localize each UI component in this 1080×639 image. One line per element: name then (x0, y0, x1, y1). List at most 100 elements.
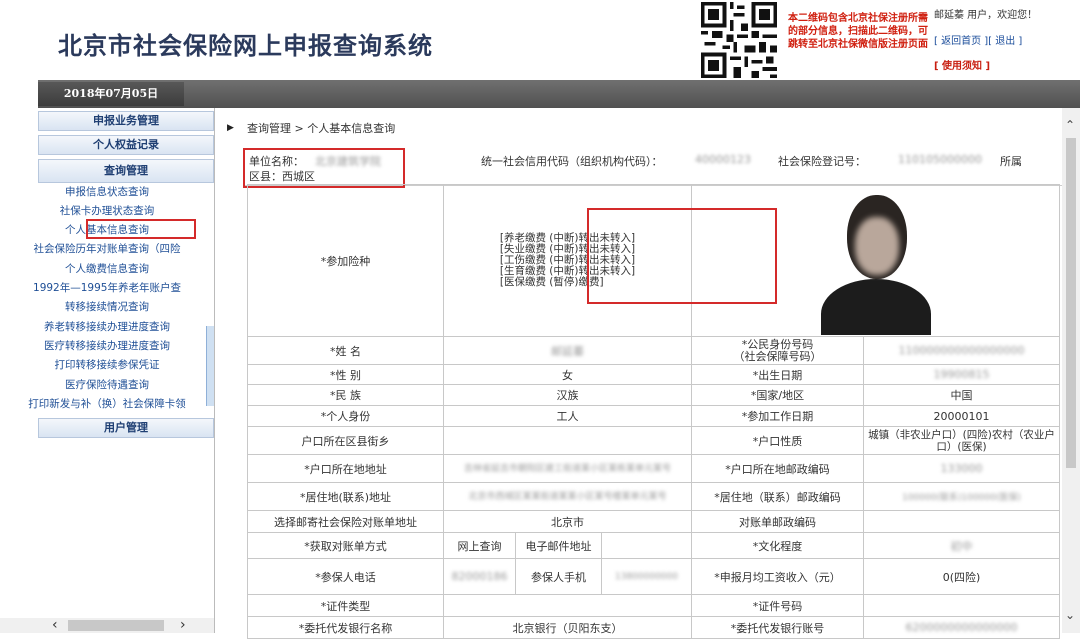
page-header: 北京市社会保险网上申报查询系统 本二维码包含北京社保注册所需的部分信息，扫描此二… (0, 0, 1080, 80)
hukou-street-label: 户口所在区县街乡 (247, 426, 444, 455)
sidebar-head-rights[interactable]: 个人权益记录 (38, 135, 214, 155)
sidebar-head-declare[interactable]: 申报业务管理 (38, 111, 214, 131)
usage-notice-link[interactable]: [ 使用须知 ] (934, 57, 990, 72)
main-vscrollbar[interactable]: ⌃ ⌄ (1062, 108, 1080, 633)
top-bar: 2018年07月05日 (38, 80, 1080, 108)
identity-label: *个人身份 (247, 405, 444, 427)
sidebar: 申报业务管理 个人权益记录 查询管理 申报信息状态查询 社保卡办理状态查询 个人… (0, 108, 214, 633)
name-value: 邮延蓁 (443, 336, 692, 365)
country-value: 中国 (863, 384, 1060, 406)
phone-value: 82000186 (443, 558, 516, 595)
cert-type-label: *证件类型 (247, 594, 444, 617)
gender-value: 女 (443, 364, 692, 385)
sidebar-item-annual-statement[interactable]: 社会保险历年对账单查询（四险 (0, 240, 214, 259)
insurance-label: *参加险种 (247, 184, 444, 337)
scroll-down-icon[interactable]: ⌄ (1065, 608, 1075, 622)
id-label: *公民身份号码 （社会保障号码） (691, 336, 864, 365)
breadcrumb: 查询管理 > 个人基本信息查询 (247, 122, 396, 135)
income-label: *申报月均工资收入（元） (691, 558, 864, 595)
bank-acc-value: 6200000000000000 (863, 616, 1060, 639)
birth-label: *出生日期 (691, 364, 864, 385)
id-value: 110000000000000000 (863, 336, 1060, 365)
hukou-type-label: *户口性质 (691, 426, 864, 455)
bank-value: 北京银行（贝阳东支） (443, 616, 692, 639)
sidebar-hscrollbar[interactable]: ‹ › (0, 617, 214, 633)
mobile-value: 13800000000 (601, 558, 692, 595)
education-label: *文化程度 (691, 532, 864, 559)
user-greeting: 邮延蓁 用户，欢迎您！ (934, 10, 1038, 21)
credit-code-value: 40000123 (695, 153, 751, 166)
sidebar-item-payment-info[interactable]: 个人缴费信息查询 (0, 260, 214, 279)
sidebar-item-pension-transfer[interactable]: 养老转移接续办理进度查询 (0, 318, 214, 337)
ss-number-label: 社会保险登记号： (778, 155, 866, 168)
credit-code-label: 统一社会信用代码（组织机构代码）： (481, 155, 663, 168)
hukou-zip-value: 133000 (863, 454, 1060, 483)
work-date-label: *参加工作日期 (691, 405, 864, 427)
ethnic-label: *民 族 (247, 384, 444, 406)
method-label: *获取对账单方式 (247, 532, 444, 559)
active-item-highlight (86, 219, 196, 239)
income-value: 0(四险) (863, 558, 1060, 595)
ss-number-value: 110105000000 (898, 153, 982, 166)
sidebar-scroll-thumb[interactable] (68, 620, 164, 631)
country-label: *国家/地区 (691, 384, 864, 406)
statement-zip-value (863, 510, 1060, 533)
mail-addr-label: 选择邮寄社会保险对账单地址 (247, 510, 444, 533)
site-title: 北京市社会保险网上申报查询系统 (58, 32, 433, 60)
method-value: 网上查询 (443, 532, 516, 559)
hukou-addr-label: *户口所在地地址 (247, 454, 444, 483)
phone-label: *参保人电话 (247, 558, 444, 595)
back-home-link[interactable]: [ 返回首页 ] (934, 36, 988, 47)
user-links: [ 返回首页 ][ 退出 ] (934, 32, 1022, 47)
sidebar-head-query[interactable]: 查询管理 (38, 159, 214, 183)
hukou-type-value: 城镇（非农业户口）(四险)农村（农业户口）(医保) (863, 426, 1060, 455)
unit-highlight-box (243, 148, 405, 188)
sidebar-item-print-card[interactable]: 打印新发与补（换）社会保障卡领 (0, 395, 214, 414)
current-date: 2018年07月05日 (38, 82, 184, 106)
live-addr-value: 北京市西城区某某街道某某小区某号楼某单元某号 (443, 482, 692, 511)
scroll-right-icon[interactable]: › (180, 617, 186, 633)
sidebar-item-pension-1992[interactable]: 1992年—1995年养老年账户查 (0, 279, 214, 298)
email-value (601, 532, 692, 559)
gender-label: *性 别 (247, 364, 444, 385)
education-value: 初中 (863, 532, 1060, 559)
person-photo (812, 186, 939, 335)
mobile-label: 参保人手机 (515, 558, 602, 595)
mail-addr-value: 北京市 (443, 510, 692, 533)
insurance-highlight-box (587, 208, 777, 304)
birth-value: 19900815 (863, 364, 1060, 385)
bank-label: *委托代发银行名称 (247, 616, 444, 639)
live-zip-value: 100000(联系)100000(医保) (863, 482, 1060, 511)
cert-type-value (443, 594, 692, 617)
sidebar-item-declare-status[interactable]: 申报信息状态查询 (0, 183, 214, 202)
hukou-addr-value: 吉林省延吉市朝阳区建工街道某小区某栋某单元某号 (443, 454, 692, 483)
breadcrumb-arrow-icon: ▶ (227, 123, 234, 133)
qr-note: 本二维码包含北京社保注册所需的部分信息，扫描此二维码，可跳转至北京社保微信版注册… (788, 13, 928, 50)
hukou-zip-label: *户口所在地邮政编码 (691, 454, 864, 483)
statement-zip-label: 对账单邮政编码 (691, 510, 864, 533)
live-zip-label: *居住地（联系）邮政编码 (691, 482, 864, 511)
belong-label: 所属 (1000, 155, 1022, 168)
email-label: 电子邮件地址 (515, 532, 602, 559)
sidebar-item-medical-benefit[interactable]: 医疗保险待遇查询 (0, 376, 214, 395)
cert-no-label: *证件号码 (691, 594, 864, 617)
name-label: *姓 名 (247, 336, 444, 365)
bank-acc-label: *委托代发银行账号 (691, 616, 864, 639)
sidebar-collapse-handle[interactable] (206, 326, 214, 406)
identity-value: 工人 (443, 405, 692, 427)
ethnic-value: 汉族 (443, 384, 692, 406)
sidebar-item-medical-transfer[interactable]: 医疗转移接续办理进度查询 (0, 337, 214, 356)
logout-link[interactable]: [ 退出 ] (988, 36, 1022, 47)
sidebar-head-user[interactable]: 用户管理 (38, 418, 214, 438)
qr-code-icon[interactable] (700, 2, 778, 78)
cert-no-value (863, 594, 1060, 617)
hukou-street-value (443, 426, 692, 455)
live-addr-label: *居住地(联系)地址 (247, 482, 444, 511)
scroll-up-icon[interactable]: ⌃ (1065, 118, 1075, 132)
sidebar-item-transfer-status[interactable]: 转移接续情况查询 (0, 298, 214, 317)
scroll-left-icon[interactable]: ‹ (52, 617, 58, 633)
sidebar-item-print-transfer[interactable]: 打印转移接续参保凭证 (0, 356, 214, 375)
main-scroll-thumb[interactable] (1066, 138, 1076, 468)
main-content: ▶ 查询管理 > 个人基本信息查询 单位名称： 北京建筑学院 区县：西城区 统一… (214, 108, 1080, 639)
work-date-value: 20000101 (863, 405, 1060, 427)
